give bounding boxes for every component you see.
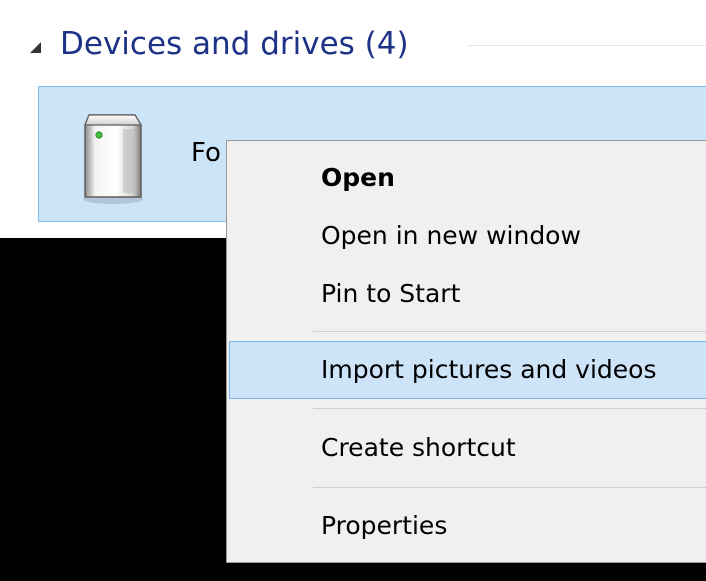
menu-item-open-in-new-window-label: Open in new window (321, 221, 581, 250)
menu-item-pin-to-start-label: Pin to Start (321, 279, 461, 308)
context-menu: Open Open in new window Pin to Start Imp… (226, 140, 706, 563)
menu-item-import-pictures-and-videos-label: Import pictures and videos (321, 355, 657, 384)
screen: Devices and drives (4) Fo Open Open in n… (0, 0, 706, 581)
menu-item-create-shortcut[interactable]: Create shortcut (229, 419, 706, 477)
menu-item-properties[interactable]: Properties (229, 497, 706, 555)
group-divider (468, 45, 706, 46)
portable-device-icon (77, 105, 149, 205)
collapse-triangle-icon[interactable] (28, 39, 42, 53)
menu-separator (313, 487, 706, 488)
menu-item-pin-to-start[interactable]: Pin to Start (229, 265, 706, 323)
devices-group-title: Devices and drives (4) (60, 26, 409, 62)
menu-separator (313, 408, 706, 409)
menu-item-properties-label: Properties (321, 511, 448, 540)
menu-item-create-shortcut-label: Create shortcut (321, 433, 516, 462)
menu-item-open[interactable]: Open (229, 149, 706, 207)
menu-item-import-pictures-and-videos[interactable]: Import pictures and videos (229, 341, 706, 399)
menu-separator (313, 331, 706, 332)
menu-item-open-in-new-window[interactable]: Open in new window (229, 207, 706, 265)
devices-group-header[interactable]: Devices and drives (4) (0, 22, 706, 68)
desktop-background (226, 563, 502, 581)
menu-item-open-label: Open (321, 163, 395, 192)
